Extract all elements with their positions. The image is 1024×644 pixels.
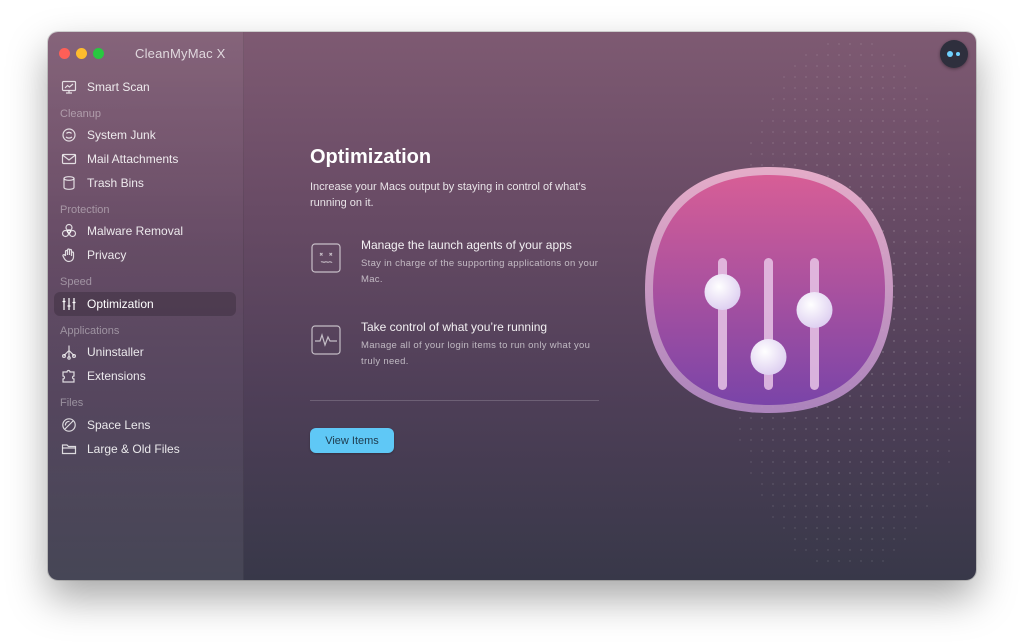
sidebar-item-label: Space Lens [87, 418, 151, 432]
sidebar-item-label: Mail Attachments [87, 152, 179, 166]
feature-description: Stay in charge of the supporting applica… [361, 258, 599, 285]
sidebar-item-system-junk[interactable]: System Junk [54, 123, 236, 147]
sidebar-item-label: Extensions [87, 369, 146, 383]
trash-icon [61, 175, 77, 191]
mail-icon [61, 151, 77, 167]
uninstaller-icon [61, 344, 77, 360]
page-description: Increase your Macs output by staying in … [310, 181, 587, 209]
section-header-protection: Protection [60, 204, 110, 216]
lens-icon [61, 417, 77, 433]
sidebar-item-smart-scan[interactable]: Smart Scan [54, 75, 236, 99]
sliders-icon [61, 296, 77, 312]
sidebar: CleanMyMac X Smart Scan Cleanup System J… [48, 32, 244, 580]
hand-icon [61, 247, 77, 263]
sidebar-item-large-old-files[interactable]: Large & Old Files [54, 437, 236, 461]
sidebar-item-label: Large & Old Files [87, 442, 180, 456]
sidebar-item-space-lens[interactable]: Space Lens [54, 413, 236, 437]
sidebar-item-mail-attachments[interactable]: Mail Attachments [54, 147, 236, 171]
sidebar-item-trash-bins[interactable]: Trash Bins [54, 171, 236, 195]
sidebar-item-malware-removal[interactable]: Malware Removal [54, 219, 236, 243]
section-header-files: Files [60, 397, 84, 409]
sidebar-item-label: Smart Scan [87, 80, 150, 94]
sidebar-item-extensions[interactable]: Extensions [54, 364, 236, 388]
activity-icon [311, 325, 341, 355]
folder-icon [61, 441, 77, 457]
section-header-cleanup: Cleanup [60, 108, 101, 120]
divider [310, 400, 599, 401]
biohazard-icon [61, 223, 77, 239]
sidebar-item-label: Trash Bins [87, 176, 144, 190]
sidebar-item-label: System Junk [87, 128, 156, 142]
app-window: CleanMyMac X Smart Scan Cleanup System J… [48, 32, 976, 580]
sidebar-item-label: Privacy [87, 248, 127, 262]
sidebar-item-label: Uninstaller [87, 345, 144, 359]
feature-title: Manage the launch agents of your apps [361, 238, 572, 252]
sidebar-item-label: Optimization [87, 297, 154, 311]
launch-agent-icon [311, 243, 341, 273]
sidebar-item-label: Malware Removal [87, 224, 184, 238]
minimize-window-button[interactable] [76, 48, 87, 59]
sidebar-item-privacy[interactable]: Privacy [54, 243, 236, 267]
close-window-button[interactable] [59, 48, 70, 59]
app-title: CleanMyMac X [135, 46, 226, 61]
page-title: Optimization [310, 146, 432, 168]
sidebar-item-uninstaller[interactable]: Uninstaller [54, 340, 236, 364]
sidebar-item-optimization[interactable]: Optimization [54, 292, 236, 316]
section-header-applications: Applications [60, 325, 120, 337]
junk-icon [61, 127, 77, 143]
extensions-icon [61, 368, 77, 384]
feature-title: Take control of what you’re running [361, 320, 548, 334]
view-items-button[interactable]: View Items [310, 428, 394, 453]
optimization-illustration-icon [645, 167, 893, 413]
feature-description: Manage all of your login items to run on… [361, 340, 591, 367]
zoom-window-button[interactable] [93, 48, 104, 59]
monitor-icon [61, 79, 77, 95]
section-header-speed: Speed [60, 276, 92, 288]
